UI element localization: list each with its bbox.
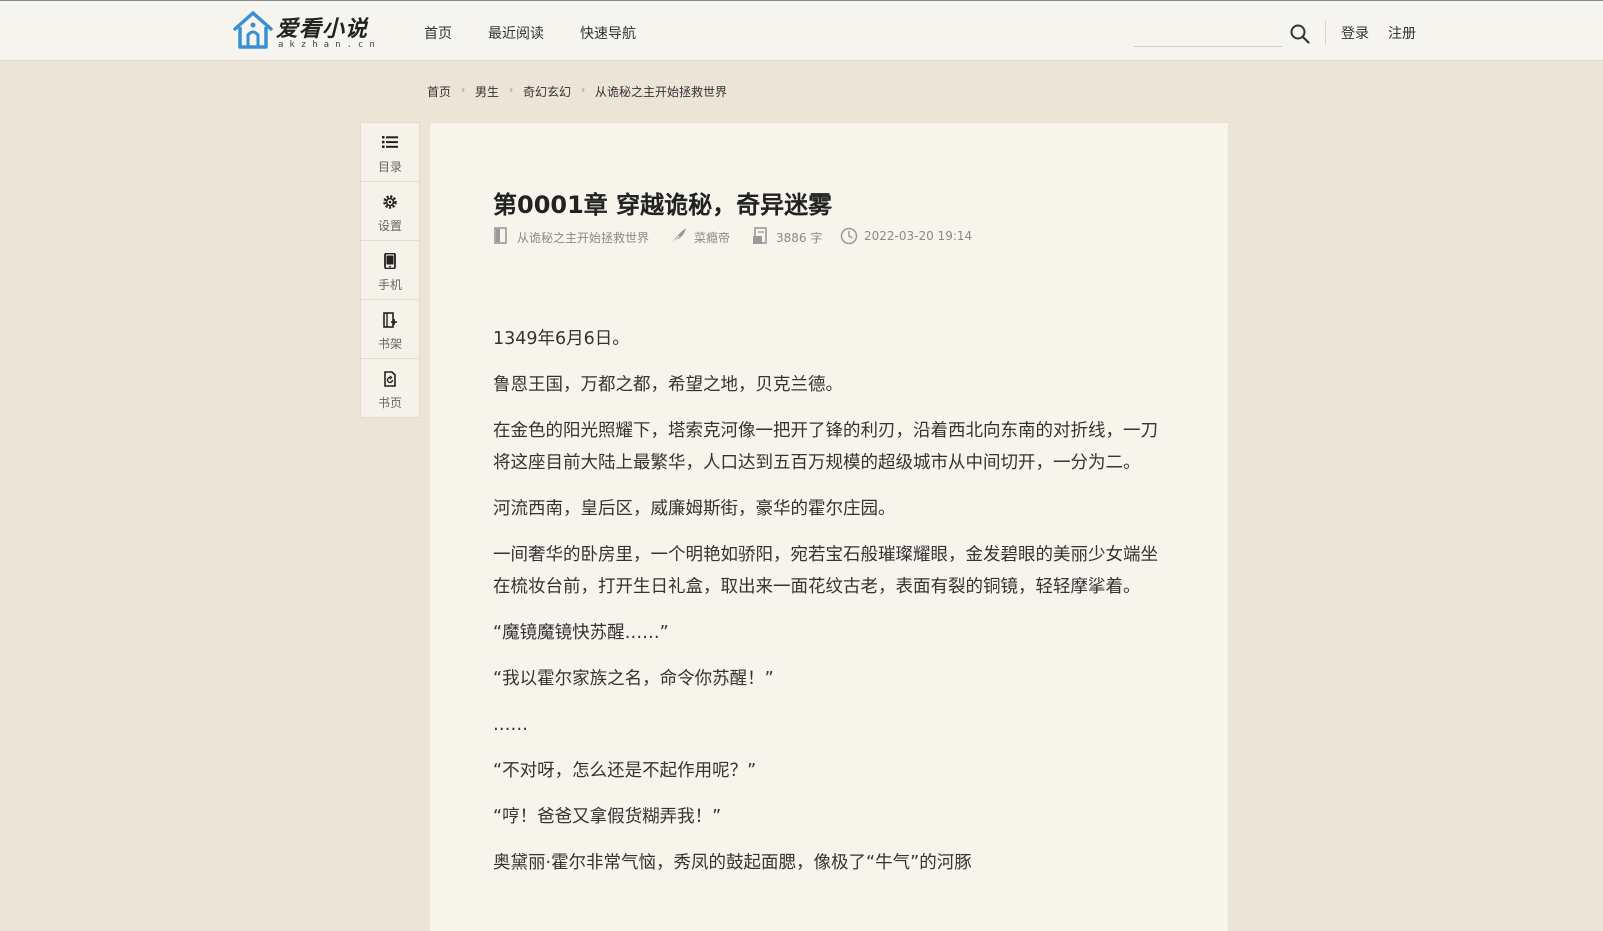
paragraph: 河流西南，皇后区，威廉姆斯街，豪华的霍尔庄园。 [493, 499, 896, 519]
breadcrumb-home[interactable]: 首页 [427, 83, 451, 100]
register-link[interactable]: 注册 [1388, 23, 1416, 43]
reader-sidebar: 目录 设置 手机 书架 书页 [360, 122, 420, 418]
breadcrumb-book[interactable]: 从诡秘之主开始拯救世界 [595, 83, 727, 100]
login-link[interactable]: 登录 [1341, 23, 1369, 43]
sidebar-item-mobile[interactable]: 手机 [361, 241, 419, 300]
breadcrumb-category[interactable]: 男生 [475, 83, 499, 100]
chapter-word-count: 3886 字 [776, 231, 823, 245]
sidebar-item-label: 目录 [377, 160, 402, 174]
sidebar-item-catalog[interactable]: 目录 [361, 123, 419, 182]
book-icon [494, 227, 507, 244]
site-logo[interactable]: 爱看小说 akzhan.cn [232, 9, 382, 53]
chapter-content-panel: 第0001章 穿越诡秘，奇异迷雾 从诡秘之主开始拯救世界 菜瘾帝 3886 字 … [429, 122, 1229, 931]
sidebar-item-label: 书架 [377, 337, 402, 351]
sidebar-item-label: 设置 [377, 219, 402, 233]
house-logo-icon [233, 11, 273, 49]
search-icon[interactable] [1289, 23, 1311, 45]
chapter-text: 1349年6月6日。 鲁恩王国，万都之都，希望之地，贝克兰德。 在金色的阳光照耀… [493, 323, 1163, 893]
sidebar-item-settings[interactable]: 设置 [361, 182, 419, 241]
phone-icon [384, 253, 396, 269]
feather-icon [671, 228, 686, 245]
chapter-title: 第0001章 穿越诡秘，奇异迷雾 [493, 191, 833, 219]
sidebar-item-bookshelf[interactable]: 书架 [361, 300, 419, 359]
search-input[interactable] [1134, 23, 1282, 47]
paragraph: 一间奢华的卧房里，一个明艳如骄阳，宛若宝石般璀璨耀眼，金发碧眼的美丽少女端坐在梳… [493, 545, 1158, 597]
chapter-author: 菜瘾帝 [694, 231, 731, 245]
paragraph: “不对呀，怎么还是不起作用呢？” [493, 761, 757, 781]
nav-recent-reading-link[interactable]: 最近阅读 [488, 23, 544, 43]
clock-icon [840, 227, 858, 245]
sidebar-item-book-page[interactable]: 书页 [361, 359, 419, 418]
list-icon [382, 136, 398, 148]
breadcrumb-separator-icon: › [509, 83, 514, 96]
header-divider [1325, 21, 1326, 45]
paragraph: 在金色的阳光照耀下，塔索克河像一把开了锋的利刃，沿着西北向东南的对折线，一刀将这… [493, 421, 1158, 473]
book-page-icon [384, 371, 396, 387]
paragraph: “哼！爸爸又拿假货糊弄我！” [493, 807, 722, 827]
paragraph: “我以霍尔家族之名，命令你苏醒！” [493, 669, 774, 689]
breadcrumb-genre[interactable]: 奇幻玄幻 [523, 83, 571, 100]
paragraph: …… [493, 715, 528, 735]
document-icon [753, 227, 767, 244]
logo-domain: akzhan.cn [278, 40, 381, 50]
gear-icon [383, 195, 397, 209]
nav-quick-navigation-link[interactable]: 快速导航 [580, 23, 636, 43]
logo-text: 爱看小说 [276, 16, 369, 42]
breadcrumb-separator-icon: › [581, 83, 586, 96]
paragraph: 奥黛丽·霍尔非常气恼，秀凤的鼓起面腮，像极了“牛气”的河豚 [493, 853, 972, 873]
paragraph: “魔镜魔镜快苏醒……” [493, 623, 669, 643]
paragraph: 1349年6月6日。 [493, 329, 630, 349]
top-navigation-bar: 爱看小说 akzhan.cn 首页 最近阅读 快速导航 登录 注册 [0, 0, 1603, 61]
sidebar-item-label: 书页 [377, 396, 402, 410]
paragraph: 鲁恩王国，万都之都，希望之地，贝克兰德。 [493, 375, 843, 395]
breadcrumb-separator-icon: › [461, 83, 466, 96]
nav-home-link[interactable]: 首页 [424, 23, 452, 43]
chapter-update-time: 2022-03-20 19:14 [864, 229, 973, 243]
bookshelf-add-icon [383, 312, 397, 328]
sidebar-item-label: 手机 [377, 278, 402, 292]
chapter-book-name[interactable]: 从诡秘之主开始拯救世界 [517, 229, 649, 246]
